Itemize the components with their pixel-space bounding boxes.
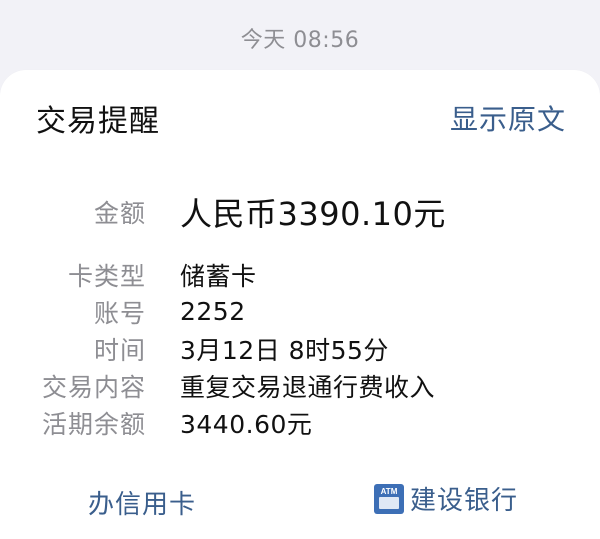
bank-name-label: 建设银行 (410, 486, 519, 516)
transaction-alert-card: 交易提醒 显示原文 金额 人民币3390.10元 卡类型 储蓄卡 账号 2252… (0, 70, 600, 539)
transaction-details: 卡类型 储蓄卡 账号 2252 时间 3月12日 8时55分 交易内容 重复交易… (0, 256, 600, 441)
field-row-account: 账号 2252 (0, 293, 600, 330)
card-footer: 办信用卡 ATM 建设银行 (0, 478, 600, 522)
amount-row: 金额 人民币3390.10元 (0, 188, 600, 236)
time-label: 时间 (93, 335, 146, 365)
time-value: 3月12日 8时55分 (180, 335, 389, 365)
amount-value: 人民币3390.10元 (180, 195, 446, 233)
view-original-link[interactable]: 显示原文 (450, 98, 566, 138)
field-row-time: 时间 3月12日 8时55分 (0, 330, 600, 367)
balance-label: 活期余额 (41, 409, 146, 439)
card-title: 交易提醒 (36, 104, 160, 139)
amount-label: 金额 (93, 199, 146, 228)
description-value: 重复交易退通行费收入 (180, 372, 436, 402)
bank-entry[interactable]: ATM 建设银行 (374, 480, 518, 517)
card-type-label: 卡类型 (67, 261, 146, 291)
apply-credit-card-link[interactable]: 办信用卡 (88, 484, 196, 521)
atm-icon: ATM (374, 483, 404, 514)
message-timestamp: 今天 08:56 (240, 28, 360, 53)
field-row-description: 交易内容 重复交易退通行费收入 (0, 367, 600, 404)
atm-icon-text: ATM (380, 486, 398, 496)
account-label: 账号 (93, 298, 146, 328)
card-type-value: 储蓄卡 (180, 261, 257, 291)
field-row-balance: 活期余额 3440.60元 (0, 404, 600, 441)
account-value: 2252 (180, 297, 246, 326)
field-row-card-type: 卡类型 储蓄卡 (0, 256, 600, 293)
balance-value: 3440.60元 (180, 409, 313, 439)
atm-icon-screen (379, 496, 399, 509)
description-label: 交易内容 (41, 372, 146, 402)
card-header: 交易提醒 显示原文 (36, 98, 566, 139)
